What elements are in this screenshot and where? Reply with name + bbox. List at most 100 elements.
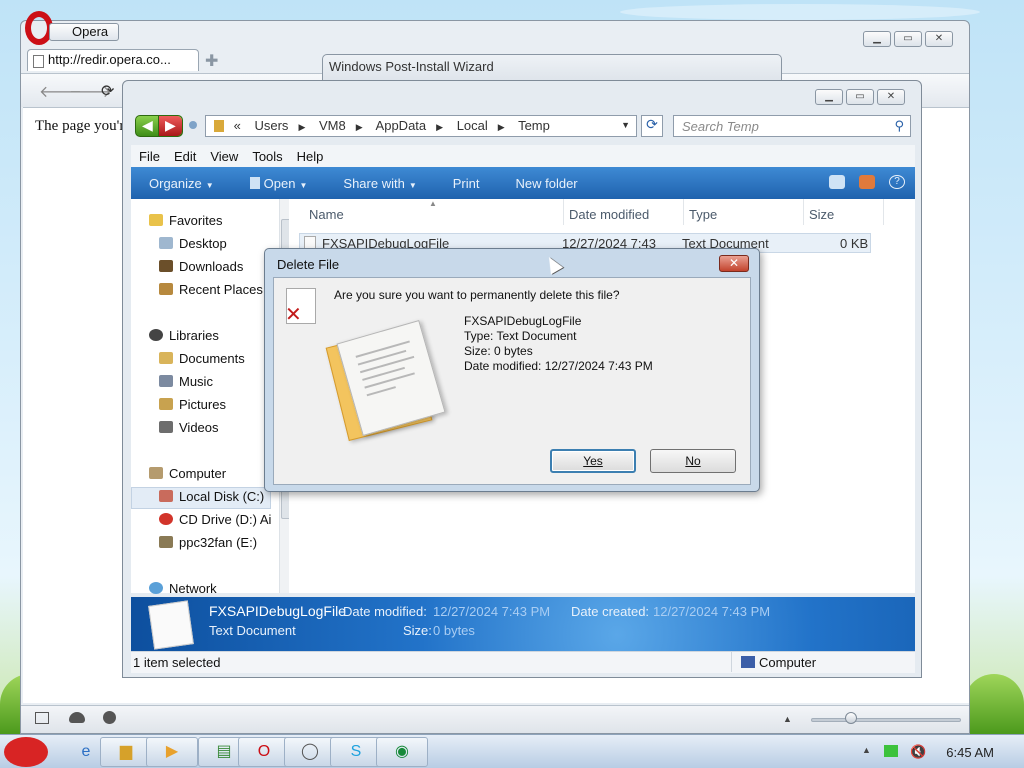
address-dropdown-icon[interactable]: ▼ [621, 120, 630, 130]
notepad-icon [249, 176, 260, 189]
chevron-right-icon[interactable]: ▶ [298, 122, 305, 132]
nav-label: Recent Places [179, 282, 263, 297]
maximize-button[interactable]: ▭ [846, 89, 874, 105]
nav-label: CD Drive (D:) Ai [179, 512, 272, 527]
dialog-close-button[interactable]: ✕ [719, 255, 749, 272]
organize-button[interactable]: Organize ▼ [131, 176, 232, 191]
no-button[interactable]: No [650, 449, 736, 473]
breadcrumb-local[interactable]: Local [457, 118, 488, 133]
nav-recent-places[interactable]: Recent Places [159, 282, 263, 297]
nav-pictures[interactable]: Pictures [159, 397, 226, 412]
column-header-type[interactable]: Type [689, 207, 717, 222]
nav-desktop[interactable]: Desktop [159, 236, 227, 251]
nav-favorites[interactable]: Favorites [149, 213, 222, 228]
column-separator[interactable] [683, 199, 684, 225]
nav-documents[interactable]: Documents [159, 351, 245, 366]
nav-downloads[interactable]: Downloads [159, 259, 243, 274]
back-arrow-icon[interactable]: ◀ [142, 117, 153, 134]
nav-network[interactable]: Network [149, 581, 217, 596]
breadcrumb-temp[interactable]: Temp [518, 118, 550, 133]
chevron-down-icon: ▼ [408, 180, 417, 190]
maximize-button[interactable]: ▭ [894, 31, 922, 47]
share-with-button[interactable]: Share with ▼ [325, 176, 434, 191]
nav-libraries[interactable]: Libraries [149, 328, 219, 343]
panel-toggle-icon[interactable] [35, 712, 49, 724]
start-button-angry-bird-icon[interactable] [4, 737, 48, 767]
zoom-slider-knob[interactable] [845, 712, 857, 724]
menu-tools[interactable]: Tools [252, 149, 282, 164]
reload-icon[interactable]: ⟳ [101, 81, 114, 101]
column-separator[interactable] [563, 199, 564, 225]
search-input[interactable]: Search Temp ⚲ [673, 115, 911, 137]
breadcrumb-users[interactable]: Users [254, 118, 288, 133]
search-icon[interactable]: ⚲ [894, 118, 904, 134]
nav-music[interactable]: Music [159, 374, 213, 389]
computer-icon [149, 467, 163, 479]
forward-button[interactable]: ▶ [158, 116, 182, 136]
column-separator[interactable] [883, 199, 884, 225]
chevron-right-icon[interactable]: ▶ [498, 122, 505, 132]
menu-help[interactable]: Help [297, 149, 324, 164]
page-text: The page you'r [35, 118, 125, 134]
minimize-button[interactable]: ▁ [863, 31, 891, 47]
column-header-name[interactable]: Name [309, 207, 344, 222]
open-button[interactable]: Open ▼ [232, 176, 326, 191]
column-header-size[interactable]: Size [809, 207, 834, 222]
print-button[interactable]: Print [435, 176, 498, 191]
change-view-icon[interactable] [829, 175, 845, 189]
column-separator[interactable] [803, 199, 804, 225]
new-tab-icon[interactable]: ✚ [205, 51, 218, 71]
chevron-right-icon[interactable]: ▶ [356, 122, 363, 132]
zoom-menu-icon[interactable]: ▲ [783, 714, 792, 724]
taskbar-opera-icon[interactable]: O [238, 737, 290, 767]
chevron-right-icon[interactable]: ▶ [436, 122, 443, 132]
nav-cd-drive[interactable]: CD Drive (D:) Ai [159, 512, 271, 527]
recent-pages-icon[interactable] [189, 121, 197, 129]
command-bar: Organize ▼ Open ▼ Share with ▼ Print New fo… [131, 167, 915, 199]
wizard-title: Windows Post-Install Wizard [329, 59, 494, 74]
breadcrumb-vm8[interactable]: VM8 [319, 118, 346, 133]
yes-button[interactable]: Yes [550, 449, 636, 473]
nav-label: Local Disk (C:) [179, 489, 265, 504]
opera-menu-button[interactable]: Opera [49, 23, 119, 41]
close-button[interactable]: ✕ [877, 89, 905, 105]
tab-title: http://redir.opera.co... [48, 52, 171, 67]
nav-ppc32fan[interactable]: ppc32fan (E:) [159, 535, 257, 550]
show-hidden-icons[interactable]: ▲ [862, 745, 871, 755]
preview-pane-icon[interactable] [859, 175, 875, 189]
speed-dial-icon[interactable] [103, 711, 116, 724]
zoom-slider-track[interactable] [811, 718, 961, 722]
turbo-icon[interactable] [69, 712, 85, 723]
details-modified-label: Date modified: [343, 604, 427, 619]
nav-label: Libraries [169, 328, 219, 343]
nav-videos[interactable]: Videos [159, 420, 219, 435]
close-button[interactable]: ✕ [925, 31, 953, 47]
file-size: 0 KB [840, 236, 869, 251]
nav-local-disk[interactable]: Local Disk (C:) [159, 489, 264, 504]
help-icon[interactable]: ? [889, 175, 905, 189]
breadcrumb-overflow[interactable]: « [234, 118, 241, 133]
refresh-button[interactable]: ⟳ [641, 115, 663, 137]
nav-computer[interactable]: Computer [149, 466, 226, 481]
new-folder-button[interactable]: New folder [497, 176, 595, 191]
menu-edit[interactable]: Edit [174, 149, 196, 164]
column-header-date-modified[interactable]: Date modified [569, 207, 649, 222]
minimize-button[interactable]: ▁ [815, 89, 843, 105]
taskbar-skype-icon[interactable]: S [330, 737, 382, 767]
volume-muted-icon[interactable]: 🔇 [910, 744, 926, 760]
network-tray-icon[interactable] [884, 745, 898, 757]
taskbar-media-icon[interactable]: ▶ [146, 737, 198, 767]
taskbar-green-app-icon[interactable]: ◉ [376, 737, 428, 767]
back-forward-buttons[interactable]: ◀ ▶ [135, 115, 183, 137]
taskbar-explorer-icon[interactable]: ▆ [100, 737, 152, 767]
address-bar[interactable]: « Users ▶ VM8 ▶ AppData ▶ Local ▶ Temp ▼ [205, 115, 637, 137]
browser-tab[interactable]: http://redir.opera.co... [27, 49, 199, 71]
menu-view[interactable]: View [210, 149, 238, 164]
menu-file[interactable]: File [139, 149, 160, 164]
taskbar-chat-icon[interactable]: ◯ [284, 737, 336, 767]
breadcrumb-appdata[interactable]: AppData [376, 118, 427, 133]
status-separator [731, 652, 732, 672]
system-clock[interactable]: 6:45 AM [946, 745, 994, 760]
file-info: FXSAPIDebugLogFile Type: Text Document S… [464, 314, 653, 374]
opera-window-controls: ▁ ▭ ✕ [863, 31, 953, 47]
